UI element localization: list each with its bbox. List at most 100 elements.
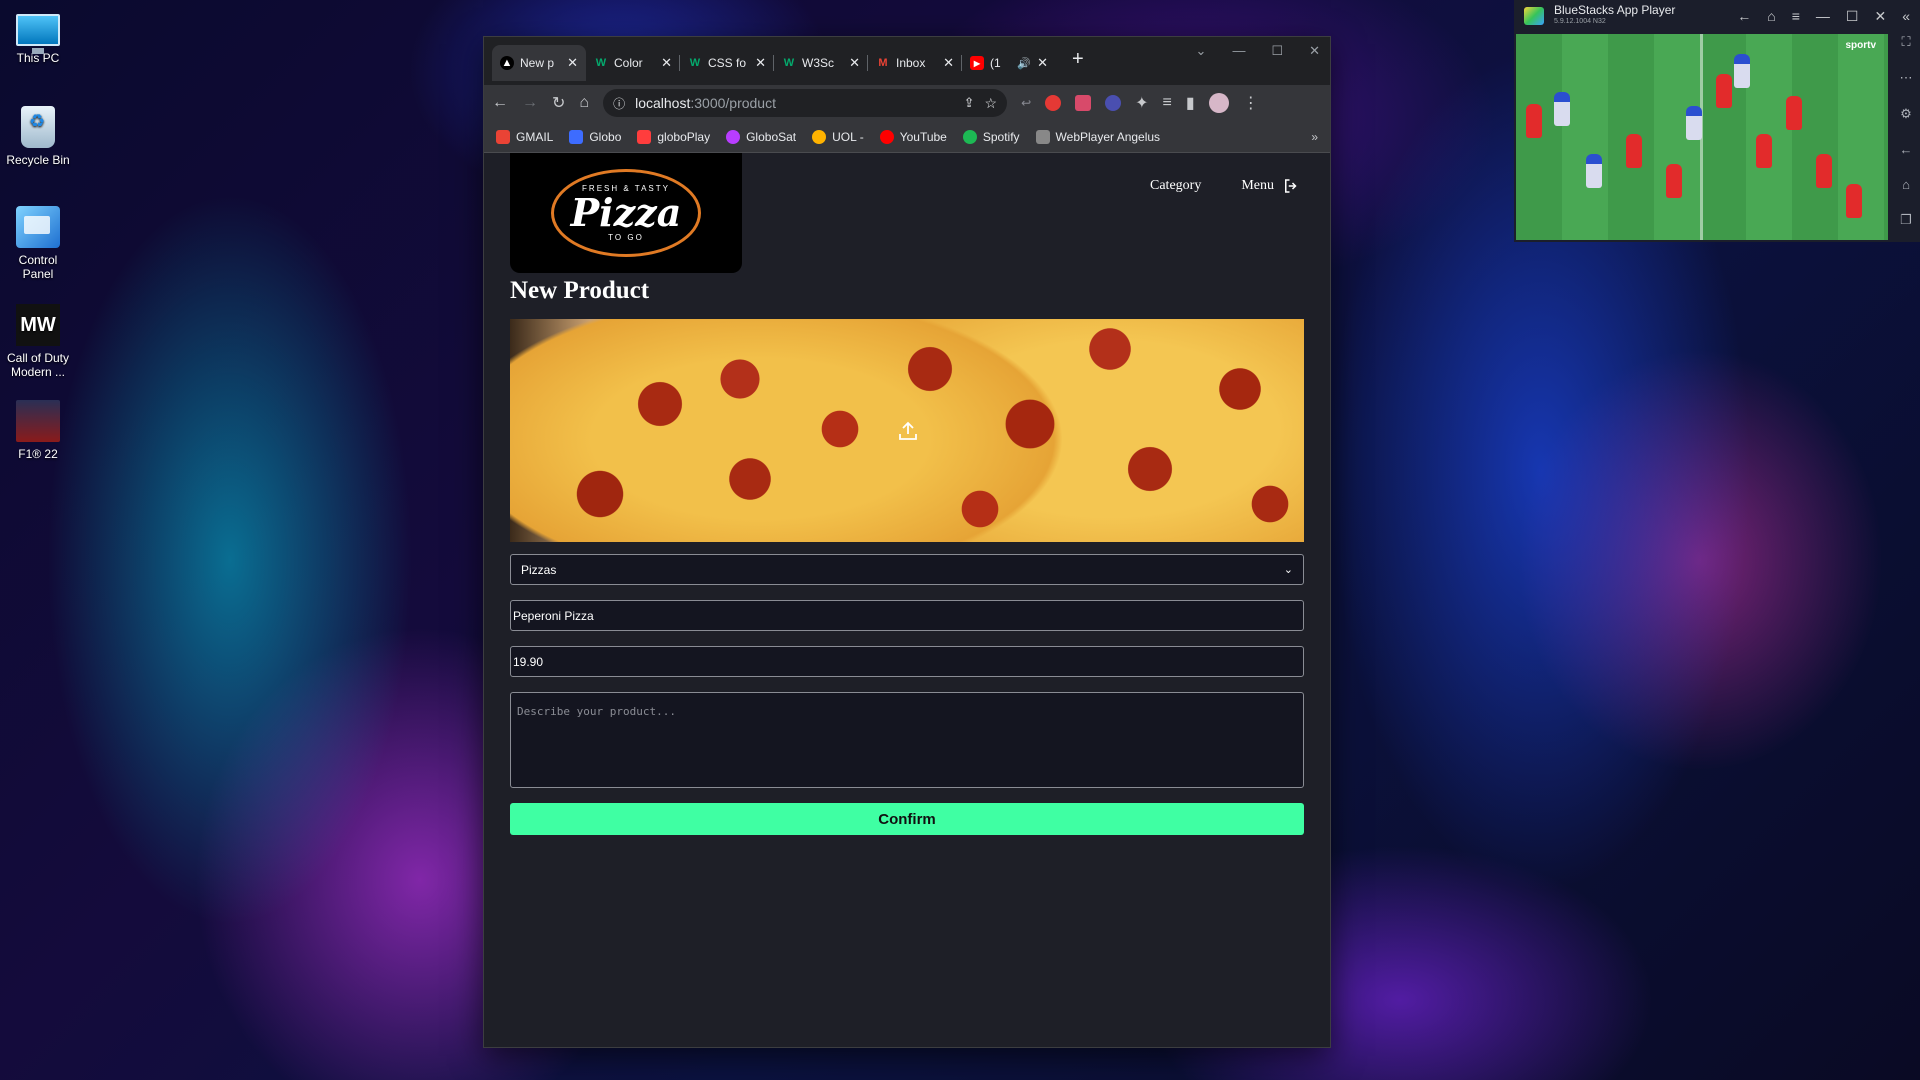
collapse-sidebar-icon[interactable]: «	[1902, 8, 1910, 25]
forward-icon[interactable]: →	[522, 94, 538, 112]
tab-bar: ▲ New p ✕ W Color ✕ W CSS fo ✕ W W3Sc ✕ …	[484, 37, 1330, 85]
bookmark-uol[interactable]: UOL -	[812, 129, 864, 144]
tab-inbox[interactable]: M Inbox ✕	[868, 45, 962, 81]
tab-w3schools[interactable]: W W3Sc ✕	[774, 45, 868, 81]
star-icon[interactable]: ☆	[985, 95, 998, 112]
menu-icon[interactable]: ≡	[1792, 8, 1800, 25]
media-control-icon[interactable]: ≡	[1163, 94, 1172, 112]
desktop-icon-label: Call of Duty Modern ...	[6, 351, 70, 379]
bookmark-globo[interactable]: Globo	[569, 129, 621, 144]
gmail-icon	[496, 129, 510, 144]
window-controls: ⌄ — ☐ ✕	[1196, 43, 1320, 59]
reload-icon[interactable]: ↻	[552, 93, 565, 113]
player	[1626, 134, 1642, 168]
bookmark-gmail[interactable]: GMAIL	[496, 129, 553, 144]
bookmark-globosat[interactable]: GloboSat	[726, 129, 796, 144]
desktop-icon-this-pc[interactable]: This PC	[2, 10, 74, 65]
youtube-icon	[879, 129, 894, 144]
more-icon[interactable]: ⋯	[1900, 70, 1913, 86]
nav-menu[interactable]: Menu	[1241, 177, 1300, 195]
w3schools-icon: W	[783, 57, 795, 69]
back-icon[interactable]: ←	[492, 94, 508, 112]
desktop-icon-f1-22[interactable]: F1® 22	[2, 400, 74, 461]
close-icon[interactable]: ✕	[567, 55, 578, 71]
side-panel-icon[interactable]: ▮	[1186, 93, 1195, 113]
product-description-textarea[interactable]: Describe your product...	[510, 692, 1304, 788]
bookmark-youtube[interactable]: YouTube	[879, 129, 947, 144]
bookmark-spotify[interactable]: Spotify	[962, 129, 1020, 144]
back-icon[interactable]: ←	[1900, 142, 1913, 157]
player	[1756, 134, 1772, 168]
logo-ring: FRESH & TASTY Pizza TO GO	[551, 169, 701, 257]
close-window-icon[interactable]: ✕	[1309, 43, 1320, 59]
bookmark-globoplay[interactable]: globoPlay	[637, 129, 710, 144]
product-name-input[interactable]: Peperoni Pizza	[510, 600, 1304, 631]
maximize-icon[interactable]: ☐	[1846, 8, 1859, 25]
share-icon[interactable]: ⇪	[964, 95, 975, 111]
back-icon[interactable]: ←	[1737, 8, 1751, 25]
extension-pink-icon[interactable]	[1075, 95, 1092, 111]
confirm-button[interactable]: Confirm	[510, 803, 1304, 835]
tab-new-product[interactable]: ▲ New p ✕	[492, 45, 586, 81]
bluestacks-sidebar: ⛶ ⋯ ⚙ ← ⌂ ❐	[1892, 34, 1920, 228]
chevron-down-icon: ⌄	[1283, 564, 1293, 576]
player	[1554, 92, 1570, 126]
speaker-icon[interactable]: 🔊	[1017, 57, 1031, 70]
product-image-upload[interactable]	[510, 319, 1304, 542]
recycle-bin-icon	[21, 106, 55, 148]
new-tab-button[interactable]: +	[1072, 49, 1084, 69]
bluestacks-title: BlueStacks App Player	[1554, 3, 1676, 17]
chevron-down-icon[interactable]: ⌄	[1196, 43, 1207, 59]
close-icon[interactable]: ✕	[661, 55, 672, 71]
home-icon[interactable]: ⌂	[1902, 177, 1910, 192]
game-icon	[16, 400, 60, 442]
address-bar[interactable]: ⓘ localhost:3000/product ⇪ ☆	[603, 89, 1008, 117]
bookmark-webplayer[interactable]: WebPlayer Angelus	[1035, 129, 1160, 144]
spotify-icon	[962, 129, 977, 144]
upload-icon	[899, 421, 917, 440]
puzzle-icon[interactable]: ✦	[1135, 93, 1148, 113]
gear-icon[interactable]: ⚙	[1900, 106, 1912, 122]
profile-avatar[interactable]	[1208, 93, 1229, 113]
tab-title: (1	[990, 56, 1001, 70]
desktop-icon-recycle-bin[interactable]: Recycle Bin	[2, 106, 74, 167]
close-icon[interactable]: ✕	[849, 55, 860, 71]
pizza-logo[interactable]: FRESH & TASTY Pizza TO GO	[510, 153, 742, 273]
site-info-icon[interactable]: ⓘ	[613, 95, 625, 112]
recent-apps-icon[interactable]: ❐	[1900, 212, 1912, 228]
tab-youtube[interactable]: ▶ (1 🔊 ✕	[962, 45, 1056, 81]
close-icon[interactable]: ✕	[943, 55, 954, 71]
nav-category[interactable]: Category	[1150, 177, 1201, 195]
desktop-icon-control-panel[interactable]: Control Panel	[2, 206, 74, 281]
extension-icon[interactable]: ↩	[1021, 96, 1031, 110]
player	[1586, 154, 1602, 188]
product-price-input[interactable]: 19.90	[510, 646, 1304, 677]
more-bookmarks-button[interactable]: »	[1311, 130, 1318, 144]
extension-blue-icon[interactable]	[1105, 95, 1122, 111]
tab-css[interactable]: W CSS fo ✕	[680, 45, 774, 81]
bluestacks-version: 5.9.12.1004 N32	[1554, 18, 1606, 25]
close-icon[interactable]: ✕	[1874, 8, 1886, 25]
close-icon[interactable]: ✕	[755, 55, 766, 71]
tab-color[interactable]: W Color ✕	[586, 45, 680, 81]
home-icon[interactable]: ⌂	[1767, 8, 1775, 25]
fullscreen-icon[interactable]: ⛶	[1901, 34, 1910, 50]
category-select[interactable]: Pizzas ⌄	[510, 554, 1304, 585]
kebab-menu-icon[interactable]: ⋮	[1243, 93, 1259, 113]
desktop-icon-label: F1® 22	[18, 447, 58, 461]
home-icon[interactable]: ⌂	[579, 94, 589, 112]
minimize-icon[interactable]: —	[1816, 8, 1830, 25]
desktop-icon-label: Recycle Bin	[6, 153, 70, 167]
maximize-icon[interactable]: ☐	[1271, 43, 1283, 59]
minimize-icon[interactable]: —	[1232, 43, 1245, 59]
game-icon: MW	[16, 304, 60, 346]
desktop-icon-call-of-duty[interactable]: MW Call of Duty Modern ...	[2, 304, 74, 379]
extension-red-icon[interactable]	[1045, 95, 1062, 111]
close-icon[interactable]: ✕	[1037, 55, 1048, 71]
player	[1786, 96, 1802, 130]
bluestacks-video[interactable]: sportv	[1516, 34, 1888, 240]
tab-title: W3Sc	[802, 56, 835, 70]
player	[1666, 164, 1682, 198]
globo-icon	[569, 129, 584, 144]
tab-title: Color	[614, 56, 643, 70]
